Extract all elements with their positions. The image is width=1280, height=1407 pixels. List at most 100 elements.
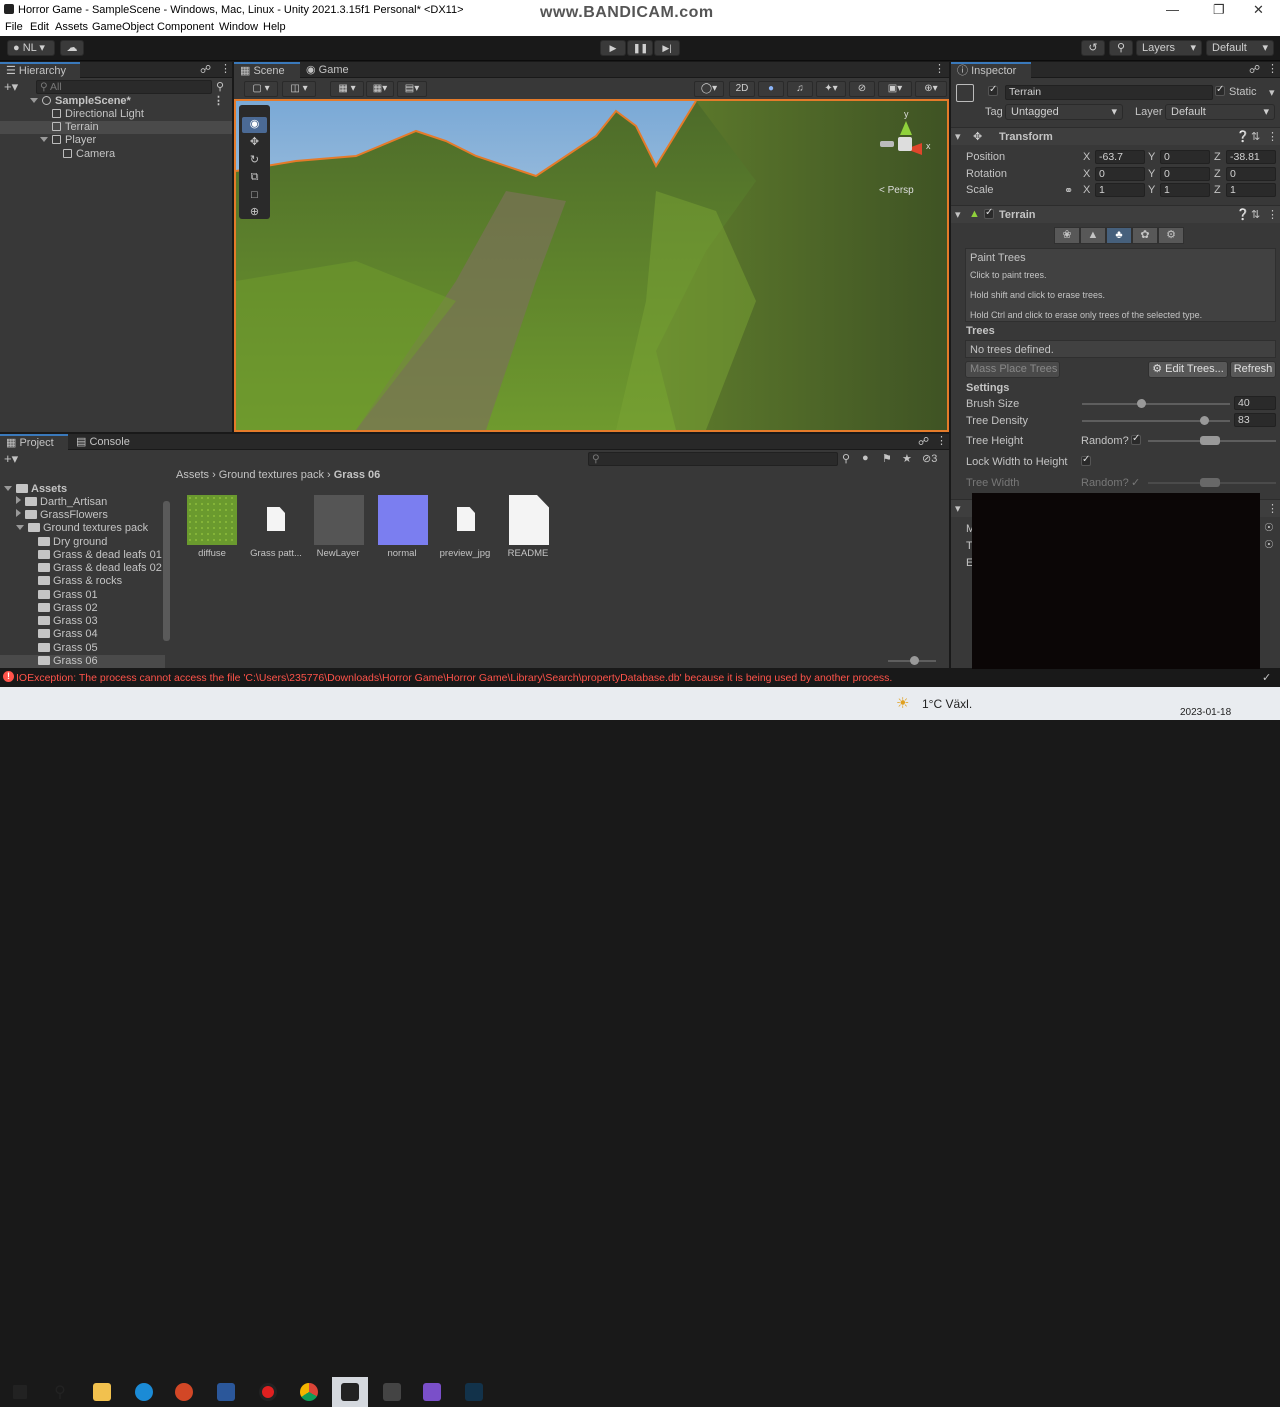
menu-component[interactable]: Component [157, 21, 214, 33]
menu-window[interactable]: Window [219, 21, 258, 33]
add-icon[interactable]: +▾ [4, 79, 18, 95]
gizmo-center[interactable] [898, 137, 912, 151]
menu-gameobject[interactable]: GameObject [92, 21, 154, 33]
more-menu-icon[interactable]: ⋮ [1267, 130, 1278, 143]
tree-folder[interactable]: Darth_Artisan [0, 496, 172, 509]
transform-header[interactable]: ▾ ✥ Transform ❔ ⇅ ⋮ [951, 127, 1280, 145]
tree-assets[interactable]: Assets [0, 483, 172, 496]
rect-tool-icon[interactable]: □ [242, 189, 267, 205]
hierarchy-item-terrain[interactable]: Terrain [0, 121, 232, 134]
audio-toggle-icon[interactable]: ♫ [787, 81, 813, 97]
weather-text[interactable]: 1°C Växl. [922, 697, 972, 711]
file-explorer-icon[interactable] [84, 1377, 120, 1407]
preset-icon[interactable]: ⇅ [1251, 130, 1260, 143]
rotate-tool-icon[interactable]: ↻ [242, 153, 267, 169]
scale-tool-icon[interactable]: ⧉ [242, 171, 267, 187]
pos-z-field[interactable]: -38.81 [1226, 150, 1276, 164]
terrain-enabled-checkbox[interactable] [984, 207, 994, 221]
taskbar-date[interactable]: 2023-01-18 [1180, 707, 1231, 718]
tab-console[interactable]: ▤ Console [70, 434, 138, 450]
maximize-icon[interactable]: ❐ [1213, 2, 1225, 18]
tree-width-range-handle[interactable] [1200, 478, 1220, 487]
scene-viewport[interactable]: ◉ ✥ ↻ ⧉ □ ⊕ y x < Persp [234, 99, 949, 432]
static-dropdown-icon[interactable]: ▾ [1269, 86, 1275, 99]
expand-icon[interactable] [30, 98, 38, 103]
gizmos-dropdown[interactable]: ⊕▾ [915, 81, 947, 97]
rot-z-field[interactable]: 0 [1226, 167, 1276, 181]
asset-newlayer-label[interactable]: NewLayer [308, 548, 368, 559]
scl-x-field[interactable]: 1 [1095, 183, 1145, 197]
menu-edit[interactable]: Edit [30, 21, 49, 33]
tab-hierarchy[interactable]: ☰ Hierarchy [0, 62, 80, 78]
layer-dropdown[interactable]: Default ▾ [1165, 104, 1275, 120]
tag-dropdown[interactable]: Untagged ▾ [1005, 104, 1123, 120]
object-name-input[interactable]: Terrain [1005, 85, 1213, 100]
layers-dropdown[interactable]: Layers ▾ [1136, 40, 1202, 56]
more-menu-icon[interactable]: ⋮ [1267, 208, 1278, 221]
status-icon[interactable]: ✓ [1262, 671, 1271, 684]
tree-folder[interactable]: GrassFlowers [0, 509, 172, 522]
cloud-icon[interactable]: ☁ [60, 40, 84, 56]
console-error-message[interactable]: IOException: The process cannot access t… [16, 672, 892, 684]
tree-subfolder[interactable]: Grass & rocks [0, 575, 172, 588]
tree-subfolder[interactable]: Grass 01 [0, 589, 172, 602]
help-icon[interactable]: ❔ [1236, 208, 1250, 221]
draw-mode-dropdown[interactable]: ▢ ▾ [244, 81, 278, 97]
asset-diffuse-label[interactable]: diffuse [182, 548, 242, 559]
hidden-packages-icon[interactable]: ⊘3 [922, 452, 937, 465]
paint-terrain-icon[interactable]: ▲ [1080, 227, 1106, 244]
effects-dropdown[interactable]: ✦▾ [816, 81, 846, 97]
random-width-checkbox[interactable]: ✓ [1131, 476, 1140, 489]
more-menu-icon[interactable]: ⋮ [1267, 502, 1278, 515]
brush-size-knob[interactable] [1137, 399, 1146, 408]
hierarchy-search-input[interactable]: ⚲ All [36, 80, 212, 94]
asset-readme-label[interactable]: README [498, 548, 558, 559]
edge-icon[interactable] [126, 1377, 162, 1407]
menu-help[interactable]: Help [263, 21, 286, 33]
gizmo-y-axis[interactable] [900, 121, 912, 135]
tab-game[interactable]: ◉ Game [300, 62, 360, 78]
breadcrumb-item[interactable]: Assets [176, 469, 209, 481]
asset-preview-label[interactable]: preview_jpg [435, 548, 495, 559]
random-height-checkbox[interactable] [1131, 433, 1141, 447]
tree-height-range-handle[interactable] [1200, 436, 1220, 445]
asset-normal-label[interactable]: normal [372, 548, 432, 559]
unity-hub-icon[interactable] [374, 1377, 410, 1407]
paint-trees-icon[interactable]: ♣ [1106, 227, 1132, 244]
word-icon[interactable] [208, 1377, 244, 1407]
minimize-icon[interactable]: — [1166, 2, 1179, 17]
tree-subfolder[interactable]: Grass 05 [0, 642, 172, 655]
expand-icon[interactable] [16, 496, 21, 504]
scene-camera-dropdown[interactable]: ▣▾ [878, 81, 912, 97]
create-neighbor-icon[interactable]: ❀ [1054, 227, 1080, 244]
scl-y-field[interactable]: 1 [1160, 183, 1210, 197]
file-icon[interactable] [267, 507, 285, 531]
history-icon[interactable]: ↺ [1081, 40, 1105, 56]
grid-visibility-dropdown[interactable]: ▤▾ [397, 81, 427, 97]
preset-icon[interactable]: ⇅ [1251, 208, 1260, 221]
tree-subfolder[interactable]: Grass 04 [0, 628, 172, 641]
hidden-objects-icon[interactable]: ⊘ [849, 81, 875, 97]
brush-size-field[interactable]: 40 [1234, 396, 1276, 410]
perspective-label[interactable]: < Persp [879, 185, 914, 196]
edit-trees-button[interactable]: ⚙ Edit Trees... [1148, 361, 1228, 378]
add-icon[interactable]: +▾ [4, 451, 18, 467]
menu-assets[interactable]: Assets [55, 21, 88, 33]
camera-orbit-dropdown[interactable]: ◯▾ [694, 81, 724, 97]
transform-tool-icon[interactable]: ⊕ [242, 205, 267, 219]
lock-icon[interactable]: ☍ [1249, 63, 1260, 76]
target-icon[interactable]: ☉ [1264, 538, 1274, 551]
terrain-header[interactable]: ▾ ▲ Terrain ❔ ⇅ ⋮ [951, 205, 1280, 223]
search-by-type-icon[interactable]: ⚲ [842, 452, 850, 465]
gizmo-neg-x[interactable] [880, 141, 894, 147]
search-icon[interactable]: ⚲ [1109, 40, 1133, 56]
layout-dropdown[interactable]: Default ▾ [1206, 40, 1274, 56]
tree-subfolder[interactable]: Grass & dead leafs 01 [0, 549, 172, 562]
pause-button[interactable]: ❚❚ [627, 40, 653, 56]
breadcrumb-item[interactable]: Ground textures pack [219, 469, 324, 481]
windows-start-icon[interactable] [2, 1377, 38, 1407]
play-button[interactable]: ▶ [600, 40, 626, 56]
project-search-input[interactable]: ⚲ [588, 452, 838, 466]
help-icon[interactable]: ❔ [1236, 130, 1250, 143]
refresh-button[interactable]: Refresh [1230, 361, 1276, 378]
